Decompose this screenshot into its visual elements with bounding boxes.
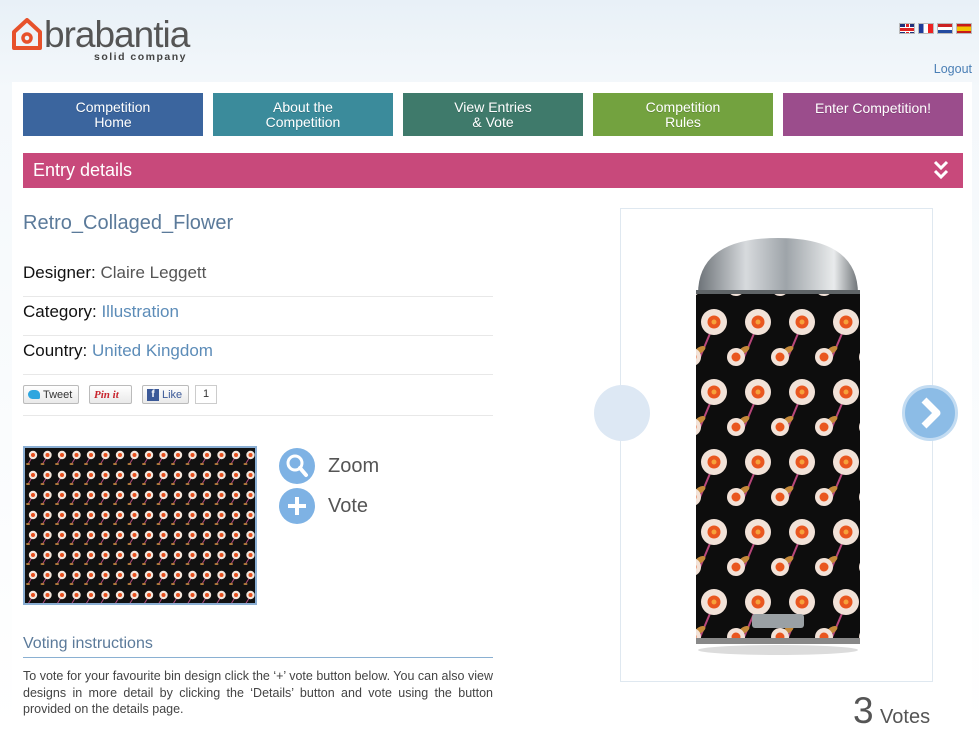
- brand-tagline: solid company: [94, 51, 188, 63]
- pinterest-icon: Pin it: [94, 388, 119, 401]
- pedal-bin-product-image: [696, 238, 860, 655]
- twitter-bird-icon: [28, 390, 40, 399]
- category-row: Category: Illustration: [23, 297, 493, 336]
- vote-button[interactable]: Vote: [279, 488, 368, 524]
- country-link[interactable]: United Kingdom: [92, 341, 213, 360]
- category-label: Category:: [23, 302, 97, 321]
- nav-label-line2: Home: [94, 113, 132, 130]
- tweet-label: Tweet: [43, 388, 73, 401]
- vote-count-label: Votes: [880, 706, 931, 728]
- nav-label-line1: Competition: [75, 99, 151, 115]
- voting-instructions-title: Voting instructions: [23, 635, 493, 658]
- nav-competition-rules[interactable]: Competition Rules: [593, 93, 773, 136]
- vote-label: Vote: [328, 494, 369, 517]
- vote-count: 3 Votes: [853, 690, 930, 732]
- zoom-magnifier-icon: [279, 448, 315, 484]
- tweet-button[interactable]: Tweet: [23, 385, 79, 404]
- voting-instructions-text: To vote for your favourite bin design cl…: [23, 669, 493, 716]
- main-nav: Competition Home About the Competition Vie…: [23, 93, 973, 136]
- designer-row: Designer: Claire Leggett: [23, 258, 493, 297]
- flag-es-icon[interactable]: [956, 23, 972, 34]
- logout-link[interactable]: Logout: [934, 62, 972, 76]
- pin-it-button[interactable]: Pin it: [89, 385, 132, 404]
- page: brabantia solid company Logout Competiti…: [0, 0, 979, 733]
- language-selector: [899, 23, 972, 34]
- chevron-left-icon[interactable]: [594, 385, 650, 441]
- entry-details-bar[interactable]: Entry details: [23, 153, 963, 188]
- nav-label-line1: Competition: [645, 99, 721, 115]
- nav-competition-home[interactable]: Competition Home: [23, 93, 203, 136]
- nav-about-competition[interactable]: About the Competition: [213, 93, 393, 136]
- plus-icon: [279, 488, 315, 524]
- facebook-icon: f: [147, 388, 159, 401]
- flag-fr-icon[interactable]: [918, 23, 934, 34]
- country-label: Country:: [23, 341, 88, 360]
- vote-count-number: 3: [853, 690, 874, 731]
- nav-label-line1: About the: [273, 99, 333, 115]
- section-title: Entry details: [33, 160, 133, 180]
- nav-label-line2: & Vote: [472, 113, 514, 130]
- nav-label-line2: Rules: [665, 113, 701, 130]
- brabantia-logo[interactable]: brabantia solid company: [12, 12, 192, 64]
- zoom-label: Zoom: [328, 454, 380, 477]
- design-thumbnail[interactable]: [23, 446, 257, 605]
- facebook-like-button[interactable]: f Like: [142, 385, 189, 404]
- like-count: 1: [195, 385, 217, 404]
- social-share-row: Tweet Pin it f Like 1: [23, 376, 493, 416]
- nav-enter-competition[interactable]: Enter Competition!: [783, 93, 963, 136]
- nav-view-entries-vote[interactable]: View Entries & Vote: [403, 93, 583, 136]
- flag-uk-icon[interactable]: [899, 23, 915, 34]
- like-label: Like: [162, 388, 183, 401]
- chevron-right-icon[interactable]: [902, 385, 958, 441]
- country-row: Country: United Kingdom: [23, 336, 493, 375]
- brand-name: brabantia: [44, 14, 190, 55]
- flower-pattern-thumbnail: [25, 448, 255, 603]
- nav-label-line1: View Entries: [454, 99, 532, 115]
- nav-label-line1: Enter Competition!: [815, 100, 931, 116]
- nav-label-line2: Competition: [265, 113, 341, 130]
- designer-value: Claire Leggett: [100, 263, 207, 282]
- brabantia-house-logo-icon: [12, 18, 42, 50]
- zoom-button[interactable]: Zoom: [279, 448, 379, 484]
- category-link[interactable]: Illustration: [101, 302, 178, 321]
- double-chevron-down-icon: [933, 160, 949, 180]
- entry-title: Retro_Collaged_Flower: [23, 212, 234, 234]
- designer-label: Designer:: [23, 263, 96, 282]
- flag-nl-icon[interactable]: [937, 23, 953, 34]
